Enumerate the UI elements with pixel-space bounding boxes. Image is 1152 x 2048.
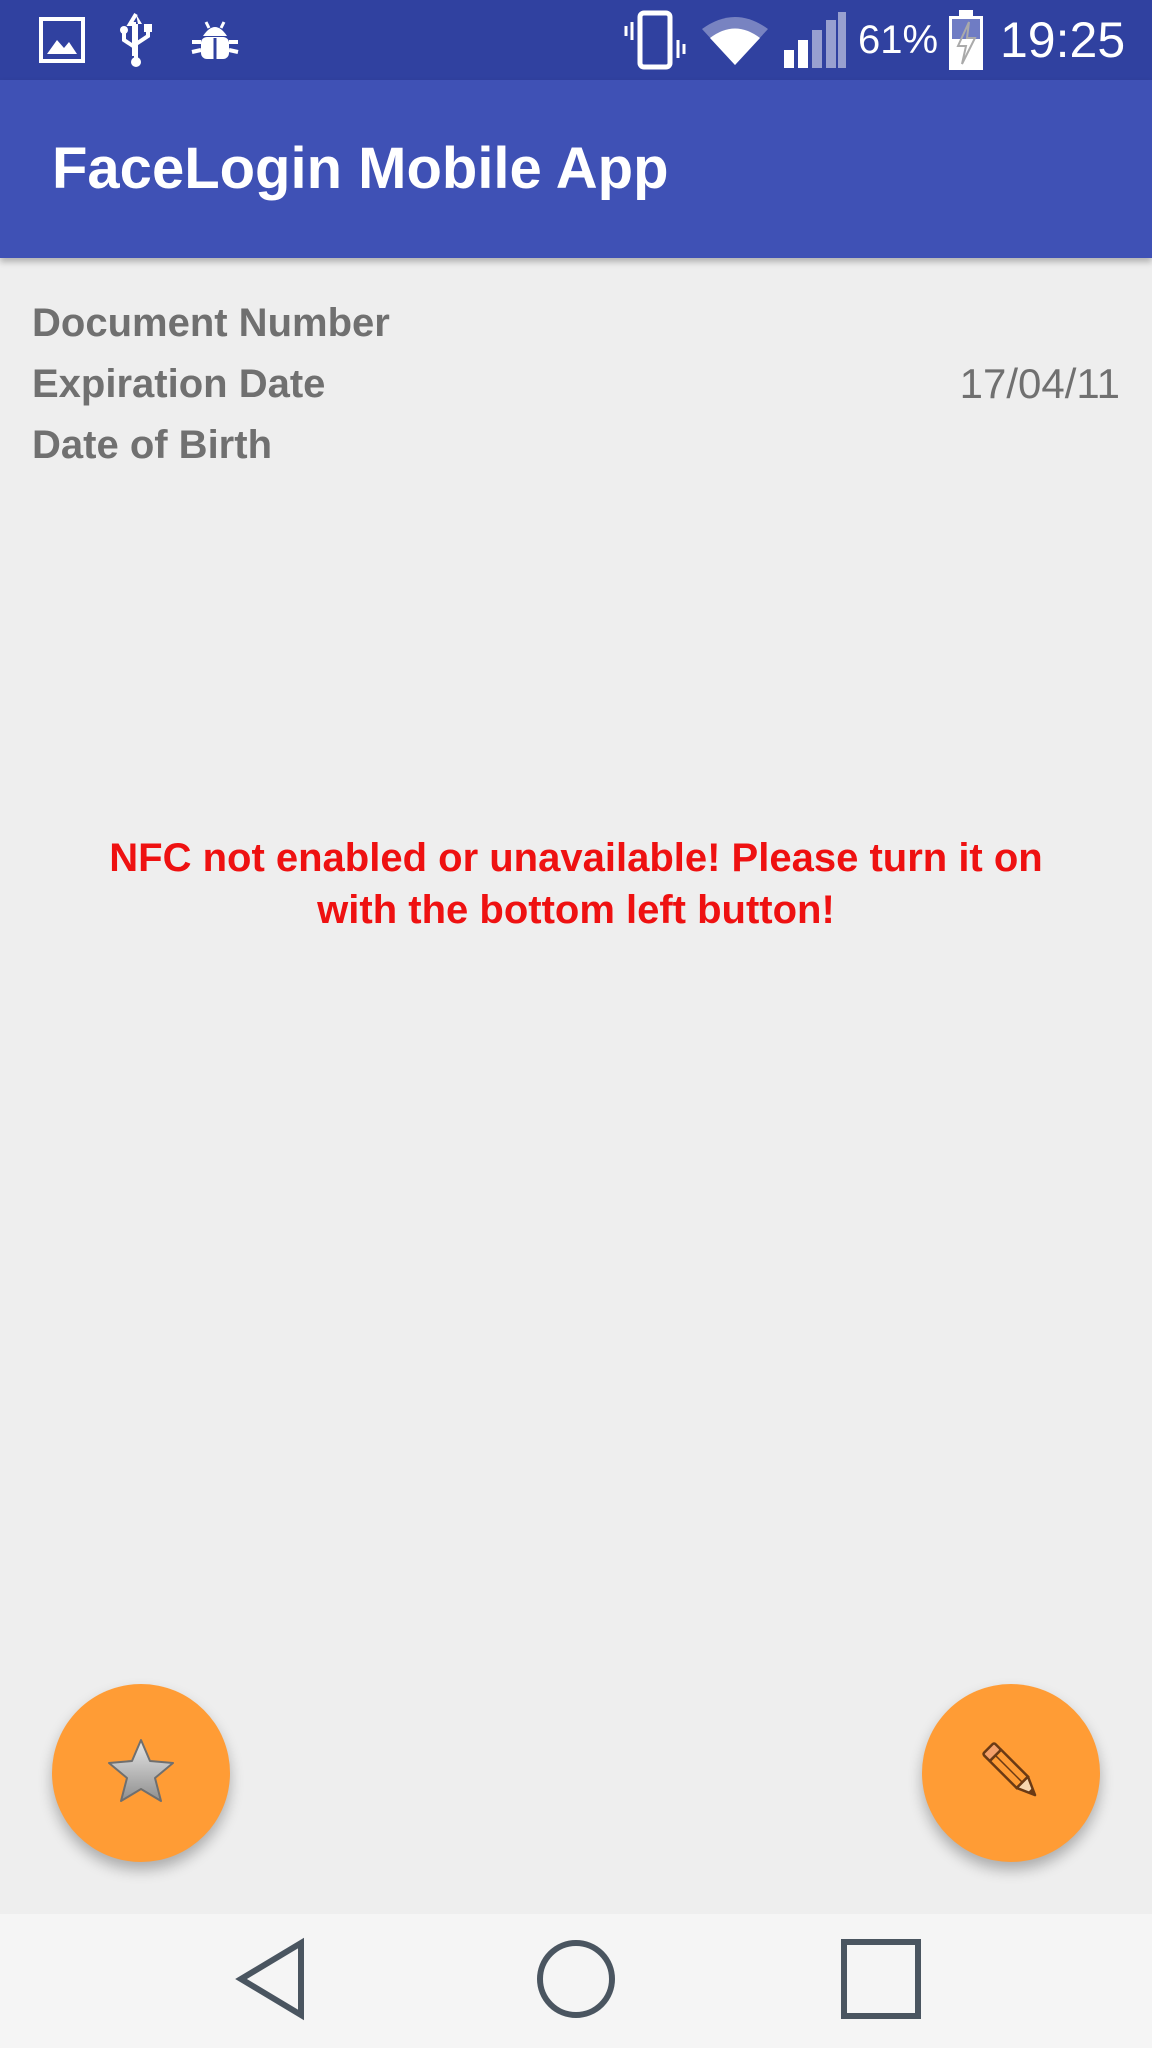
- status-bar: 61% 19:25: [0, 0, 1152, 80]
- gallery-icon: [36, 0, 88, 80]
- expiration-date-value: 17/04/11: [959, 360, 1120, 407]
- debug-bug-icon: [186, 0, 244, 80]
- usb-icon: [114, 0, 158, 80]
- navigation-bar: [0, 1914, 1152, 2048]
- recents-icon: [840, 1938, 922, 2025]
- wifi-icon: [698, 0, 772, 80]
- back-button[interactable]: [198, 1914, 348, 2048]
- battery-charging-icon: [944, 0, 988, 80]
- back-icon: [233, 1937, 313, 2026]
- pencil-icon: [973, 1733, 1049, 1814]
- date-of-birth-row: Date of Birth: [32, 415, 1120, 475]
- expiration-date-label: Expiration Date: [32, 362, 326, 406]
- vibrate-icon: [620, 0, 690, 80]
- recents-button[interactable]: [806, 1914, 956, 2048]
- document-number-label: Document Number: [32, 301, 390, 345]
- battery-percent: 61%: [858, 18, 939, 62]
- document-info-panel: Document Number Expiration Date 17/04/11…: [0, 258, 1152, 1914]
- star-icon: [106, 1736, 176, 1811]
- app-title: FaceLogin Mobile App: [52, 136, 669, 201]
- nfc-status-message: NFC not enabled or unavailable! Please t…: [109, 836, 1043, 932]
- signal-icon: [780, 0, 850, 80]
- nfc-settings-fab[interactable]: [52, 1684, 230, 1862]
- home-icon: [534, 1937, 618, 2026]
- expiration-date-row: Expiration Date 17/04/11: [32, 354, 1120, 414]
- document-number-row: Document Number: [32, 293, 1120, 353]
- home-button[interactable]: [501, 1914, 651, 2048]
- edit-fab[interactable]: [922, 1684, 1100, 1862]
- clock: 19:25: [1000, 12, 1126, 68]
- app-bar: FaceLogin Mobile App: [0, 80, 1152, 258]
- date-of-birth-label: Date of Birth: [32, 423, 272, 467]
